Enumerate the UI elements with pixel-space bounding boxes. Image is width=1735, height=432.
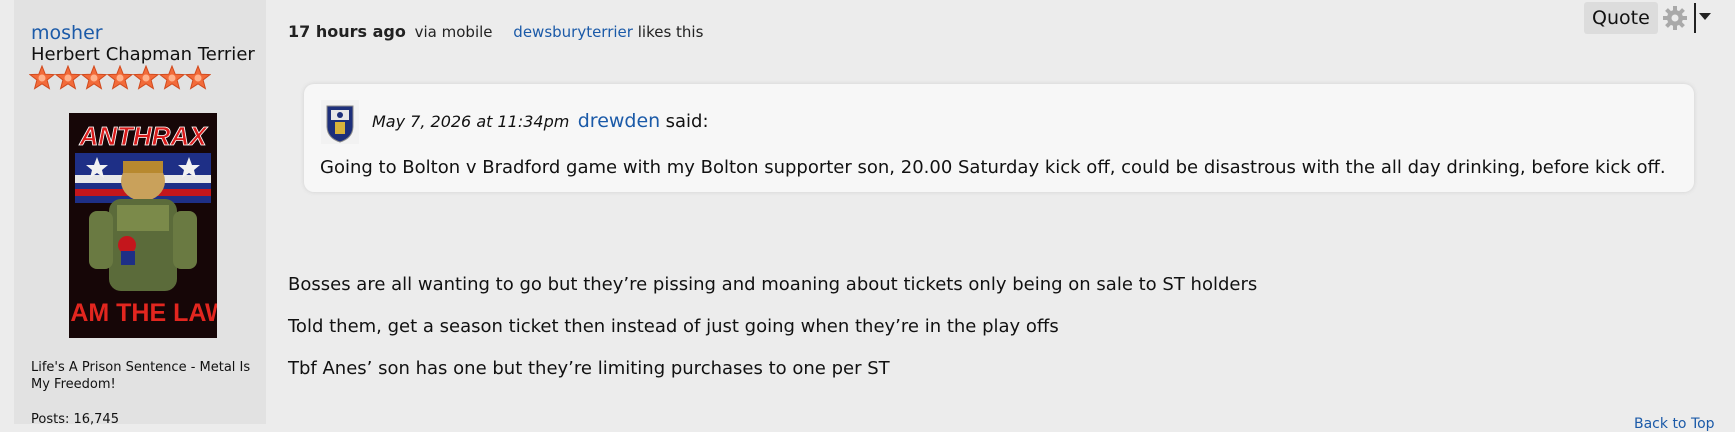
avatar-image: ANTHRAX I AM THE LAW <box>69 113 217 338</box>
user-avatar[interactable]: ANTHRAX I AM THE LAW <box>69 113 217 338</box>
post-via: via mobile <box>414 23 493 41</box>
likes-text: likes this <box>637 23 704 41</box>
quote-button[interactable]: Quote <box>1584 2 1658 34</box>
avatar-caption-text: I AM THE LAW <box>69 299 217 327</box>
post-paragraph: Bosses are all wanting to go but they’re… <box>288 274 1258 295</box>
username-link[interactable]: mosher <box>31 22 103 44</box>
post-paragraph: Tbf Anes’ son has one but they’re limiti… <box>288 358 890 379</box>
post-body: 17 hours ago via mobile dewsburyterrier … <box>266 0 1735 432</box>
post-time: 17 hours ago <box>288 22 406 41</box>
star-icon <box>81 65 107 90</box>
star-icon <box>159 65 185 90</box>
star-icon <box>55 65 81 90</box>
star-icon <box>107 65 133 90</box>
gear-icon[interactable] <box>1662 5 1688 31</box>
club-crest-icon <box>321 100 359 144</box>
quote-date: May 7, 2026 at 11:34pm <box>372 112 570 131</box>
user-signature: Life's A Prison Sentence - Metal Is My F… <box>31 360 251 392</box>
quote-text: Going to Bolton v Bradford game with my … <box>320 157 1666 178</box>
quote-said: said: <box>665 111 709 132</box>
star-icon <box>133 65 159 90</box>
post-paragraph: Told them, get a season ticket then inst… <box>288 316 1059 337</box>
back-to-top-link[interactable]: Back to Top <box>1634 416 1715 432</box>
avatar-band-text: ANTHRAX <box>78 121 208 151</box>
quote-block: May 7, 2026 at 11:34pm drewden said: Goi… <box>304 84 1694 192</box>
quote-author-link[interactable]: drewden <box>578 110 660 132</box>
star-icon <box>29 65 55 90</box>
user-title: Herbert Chapman Terrier <box>31 44 255 65</box>
post-meta: 17 hours ago via mobile dewsburyterrier … <box>288 22 703 41</box>
post-count: Posts: 16,745 <box>31 412 119 427</box>
user-sidebar: mosher Herbert Chapman Terrier ANTHRAX A… <box>14 0 266 427</box>
rank-stars <box>29 65 211 91</box>
quote-header: May 7, 2026 at 11:34pm drewden said: <box>372 110 709 132</box>
star-icon <box>185 65 211 90</box>
liker-link[interactable]: dewsburyterrier <box>513 23 633 41</box>
post-controls: Quote <box>1584 2 1711 34</box>
dropdown-arrow-icon[interactable] <box>1693 3 1711 33</box>
